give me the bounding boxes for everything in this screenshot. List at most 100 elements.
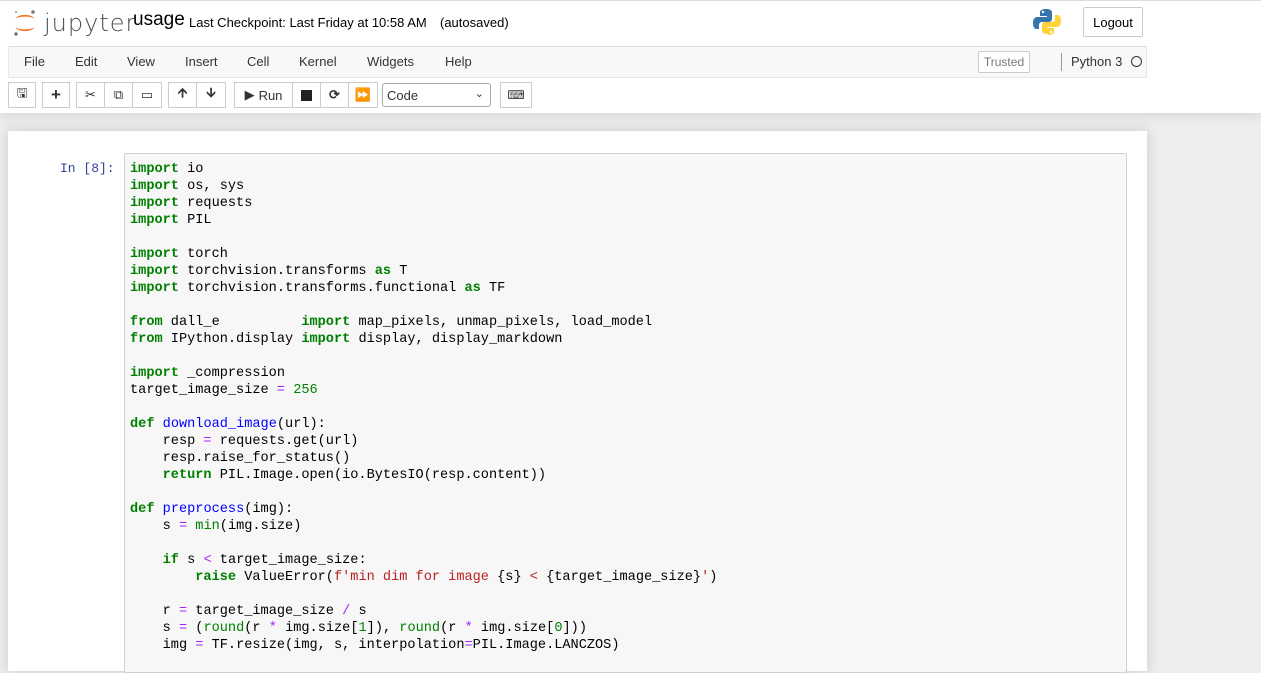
code-token: img.size[ [276, 621, 359, 636]
kernel-name: Python 3 [1071, 54, 1123, 69]
code-token: (r [244, 621, 269, 636]
menu-cell[interactable]: Cell [247, 54, 269, 69]
code-token: requests [178, 196, 253, 211]
run-button[interactable]: ▶ Run [234, 82, 293, 108]
code-token: raise [195, 570, 237, 585]
code-token: resp.raise_for_status() [130, 451, 351, 466]
stop-icon [301, 89, 312, 101]
code-token: = [203, 434, 212, 449]
logo-text: jupyter [44, 9, 137, 37]
autosave-status: (autosaved) [440, 15, 509, 30]
code-token: torch [178, 247, 228, 262]
code-token: if [162, 553, 179, 568]
logout-button[interactable]: Logout [1083, 7, 1143, 37]
code-token: import [130, 366, 179, 381]
code-token: s [350, 604, 367, 619]
notebook-name[interactable]: usage [133, 9, 185, 31]
menu-insert[interactable]: Insert [185, 54, 218, 69]
move-up-button[interactable]: 🡩 [168, 82, 197, 108]
menu-file[interactable]: File [24, 54, 45, 69]
code-token: ( [187, 621, 204, 636]
cut-button[interactable]: ✂ [76, 82, 105, 108]
menu-widgets[interactable]: Widgets [367, 54, 414, 69]
code-token: {s} [497, 570, 522, 585]
cell-prompt: In [8]: [60, 161, 115, 176]
code-token: map_pixels, unmap_pixels, load_model [350, 315, 653, 330]
code-line: from IPython.display import display, dis… [130, 331, 717, 348]
menubar: File Edit View Insert Cell Kernel Widget… [8, 46, 1147, 78]
restart-run-all-button[interactable]: ⏩ [348, 82, 378, 108]
cell-type-select[interactable]: Code ⌄ [382, 83, 491, 107]
code-line: import os, sys [130, 178, 717, 195]
code-token: T [391, 264, 408, 279]
code-line: s = (round(r * img.size[1]), round(r * i… [130, 620, 717, 637]
interrupt-button[interactable] [292, 82, 321, 108]
code-token: import [130, 264, 179, 279]
code-token: (img): [244, 502, 294, 517]
command-palette-button[interactable]: ⌨ [500, 82, 532, 108]
notebook-panel: In [8]: import io import os, sys import re… [8, 131, 1147, 673]
code-token: ]), [366, 621, 400, 636]
chevron-down-icon: ⌄ [474, 88, 484, 100]
code-token: resp [130, 434, 204, 449]
menu-edit[interactable]: Edit [75, 54, 97, 69]
move-down-button[interactable]: 🡫 [196, 82, 226, 108]
code-line: from dall_e import map_pixels, unmap_pix… [130, 314, 717, 331]
code-token: import [130, 162, 179, 177]
code-token: preprocess [162, 502, 245, 517]
code-token: import [130, 281, 179, 296]
code-token: as [464, 281, 481, 296]
code-token: = [178, 519, 188, 534]
copy-button[interactable]: ⧉ [104, 82, 133, 108]
jupyter-logo-icon [14, 10, 35, 36]
code-token: (r [440, 621, 465, 636]
menu-kernel[interactable]: Kernel [299, 54, 337, 69]
restart-button[interactable]: ⟳ [320, 82, 349, 108]
code-token: target_image_size: [211, 553, 367, 568]
menu-view[interactable]: View [127, 54, 155, 69]
code-token: = [464, 638, 473, 653]
code-line: import requests [130, 195, 717, 212]
code-token: torchvision.transforms [178, 264, 375, 279]
code-token: s [130, 519, 179, 534]
code-token: < [521, 570, 547, 585]
divider [0, 0, 1261, 1]
code-token: round [399, 621, 441, 636]
code-token: import [301, 332, 351, 347]
paste-icon: ▭ [140, 87, 154, 102]
code-cell-input[interactable]: import io import os, sys import requests im… [124, 153, 1127, 673]
code-token: io [178, 162, 204, 177]
insert-cell-button[interactable]: + [42, 82, 70, 108]
code-line: if s < target_image_size: [130, 552, 717, 569]
trusted-indicator[interactable]: Trusted [978, 51, 1030, 73]
code-line: import io [130, 161, 717, 178]
jupyter-logo[interactable]: jupyter [12, 8, 136, 38]
code-token: min [195, 519, 220, 534]
code-line: import torchvision.transforms as T [130, 263, 717, 280]
code-line: import torch [130, 246, 717, 263]
code-token: (url): [276, 417, 326, 432]
arrow-down-icon: 🡫 [206, 85, 216, 100]
code-editor[interactable]: import io import os, sys import requests im… [130, 161, 717, 654]
plus-icon: + [51, 85, 61, 104]
paste-button[interactable]: ▭ [132, 82, 162, 108]
header: jupyter usage Last Checkpoint: Last Frid… [0, 0, 1261, 113]
code-token: 0 [554, 621, 563, 636]
code-token: PIL.Image.LANCZOS) [472, 638, 620, 653]
code-line: def preprocess(img): [130, 501, 717, 518]
menu-help[interactable]: Help [445, 54, 472, 69]
code-token: round [203, 621, 245, 636]
checkpoint-status: Last Checkpoint: Last Friday at 10:58 AM [189, 15, 427, 30]
save-button[interactable]: 🖫 [8, 82, 36, 108]
code-token: _compression [178, 366, 286, 381]
code-token: def [130, 417, 155, 432]
